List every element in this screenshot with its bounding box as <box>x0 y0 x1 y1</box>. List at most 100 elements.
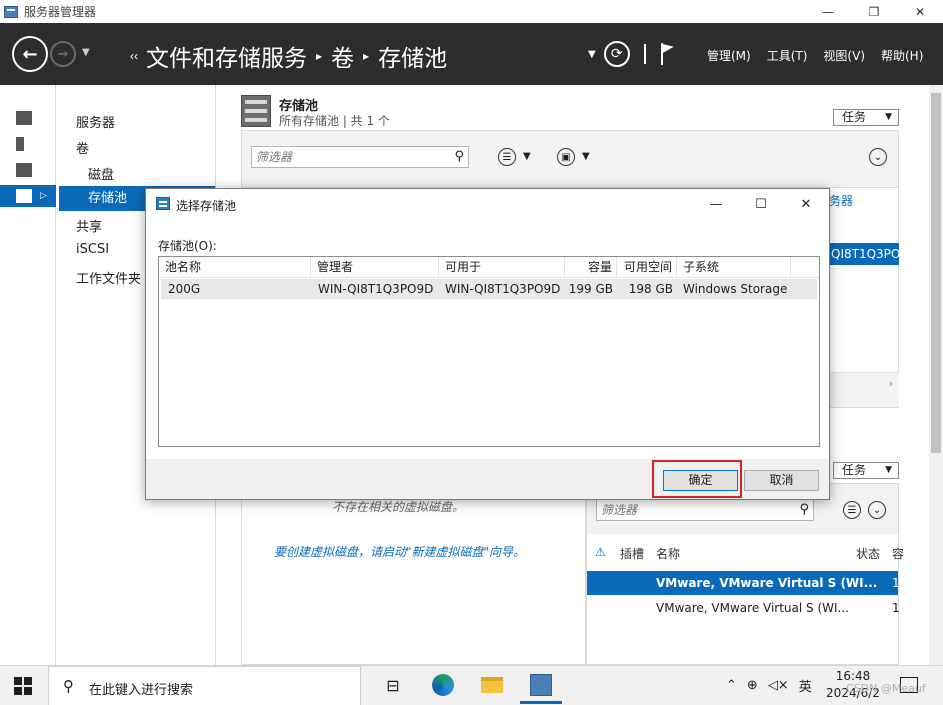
subsystem: Windows Storage <box>683 282 788 296</box>
strip-item-dashboard[interactable] <box>8 107 52 129</box>
horizontal-scrollbar[interactable]: › <box>829 372 899 407</box>
forward-button[interactable]: → <box>50 41 76 67</box>
column-header-status[interactable]: 状态 <box>856 545 880 562</box>
menu-manage[interactable]: 管理(M) <box>707 47 751 64</box>
search-icon: ⚲ <box>63 677 74 695</box>
minimize-button[interactable]: — <box>805 0 851 23</box>
breadcrumb: ‹‹ 文件和存储服务 ▸ 卷 ▸ 存储池 <box>130 39 447 73</box>
vertical-scrollbar[interactable] <box>929 85 943 665</box>
breadcrumb-lead-icon[interactable]: ‹‹ <box>130 49 138 63</box>
warning-icon: ⚠ <box>595 545 606 559</box>
column-header-name[interactable]: 名称 <box>656 545 680 562</box>
strip-item-local-server[interactable] <box>8 133 52 155</box>
list-item[interactable]: 200G WIN-QI8T1Q3PO9D WIN-QI8T1Q3PO9D 199… <box>161 279 817 299</box>
file-explorer-button[interactable] <box>479 672 505 698</box>
watermark: CSDN @Meauf <box>846 682 926 695</box>
task-view-button[interactable]: ⊟ <box>380 672 406 698</box>
chevron-down-icon: ▼ <box>885 112 892 122</box>
notifications-flag-icon[interactable] <box>660 43 676 65</box>
server-manager-taskbar-button[interactable] <box>520 672 562 704</box>
filter-input[interactable]: 筛选器 ⚲ <box>251 146 469 168</box>
storage-pool-icon <box>241 95 271 127</box>
window-titlebar: 服务器管理器 — ❐ ✕ <box>0 0 943 23</box>
scrollbar-thumb[interactable] <box>931 93 941 453</box>
table-row[interactable]: VMware, VMware Virtual S (WI... 1 <box>587 571 900 595</box>
create-virtual-disk-link[interactable]: 要创建虚拟磁盘，请启动"新建虚拟磁盘"向导。 <box>274 543 525 560</box>
back-button[interactable]: ← <box>12 36 48 72</box>
dialog-close-button[interactable]: ✕ <box>783 189 829 219</box>
breadcrumb-item-storage-pools[interactable]: 存储池 <box>378 39 447 73</box>
column-header-pool-name[interactable]: 池名称 <box>159 257 311 277</box>
taskbar-search[interactable]: ⚲ 在此键入进行搜索 <box>48 666 361 705</box>
collapse-icon[interactable]: ⌄ <box>869 148 887 166</box>
tree-item-shares[interactable]: 共享 <box>76 216 102 235</box>
list-options-icon[interactable]: ☰ <box>498 148 516 166</box>
expand-arrow-icon: ▷ <box>40 191 47 201</box>
menu-view[interactable]: 视图(V) <box>823 47 865 64</box>
physical-filter-input[interactable]: 筛选器 ⚲ <box>596 499 814 521</box>
network-icon[interactable]: ⊕ <box>747 678 758 693</box>
dialog-minimize-button[interactable]: — <box>693 189 739 219</box>
tree-item-iscsi[interactable]: iSCSI <box>76 242 109 257</box>
column-header-capacity[interactable]: 容 <box>892 545 904 562</box>
column-header-managed-by[interactable]: 管理者 <box>311 257 439 277</box>
refresh-icon[interactable]: ⟳ <box>603 41 630 67</box>
disk-name: VMware, VMware Virtual S (WI... <box>656 576 878 590</box>
selected-row-partial[interactable]: QI8T1Q3PO9 <box>829 243 899 265</box>
disk-capacity: 1 <box>892 576 900 590</box>
list-options-icon[interactable]: ☰ <box>843 501 861 519</box>
tasks-dropdown[interactable]: 任务 ▼ <box>833 109 899 126</box>
filter-placeholder: 筛选器 <box>601 503 638 517</box>
breadcrumb-item-file-storage[interactable]: 文件和存储服务 <box>146 39 307 73</box>
menu-help[interactable]: 帮助(H) <box>881 47 923 64</box>
chevron-down-icon[interactable]: ▼ <box>523 151 531 162</box>
tasks-dropdown-physical[interactable]: 任务 ▼ <box>833 462 899 479</box>
restore-button[interactable]: ❐ <box>851 0 897 23</box>
chevron-down-icon: ▼ <box>885 465 892 475</box>
column-header-available-to[interactable]: 可用于 <box>439 257 565 277</box>
divider <box>643 44 646 64</box>
history-dropdown-icon[interactable]: ▼ <box>82 47 90 58</box>
server-manager-icon <box>4 5 18 18</box>
search-icon[interactable]: ⚲ <box>454 147 464 167</box>
strip-item-file-storage[interactable]: ▷ <box>0 185 56 207</box>
chevron-right-icon[interactable]: › <box>889 377 893 390</box>
arrow-left-icon: ← <box>22 43 38 65</box>
breadcrumb-item-volumes[interactable]: 卷 <box>331 39 354 73</box>
tree-item-work-folders[interactable]: 工作文件夹 <box>76 268 141 287</box>
column-header-free-space[interactable]: 可用空间 <box>617 257 677 277</box>
chevron-down-icon[interactable]: ▼ <box>588 49 596 60</box>
chevron-down-icon[interactable]: ▼ <box>582 151 590 162</box>
column-header-capacity[interactable]: 容量 <box>565 257 617 277</box>
ime-indicator[interactable]: 英 <box>799 676 812 695</box>
tree-item-servers[interactable]: 服务器 <box>76 112 115 131</box>
table-row[interactable]: VMware, VMware Virtual S (WI... 1 <box>587 596 900 620</box>
all-servers-icon <box>16 163 32 177</box>
tree-item-volumes[interactable]: 卷 <box>76 138 89 157</box>
cancel-button[interactable]: 取消 <box>744 470 819 491</box>
save-query-icon[interactable]: ▣ <box>557 148 575 166</box>
local-server-icon <box>16 137 24 151</box>
filter-placeholder: 筛选器 <box>256 150 293 164</box>
pool-name: 200G <box>168 282 201 296</box>
column-header-slot[interactable]: 插槽 <box>620 545 644 562</box>
edge-button[interactable] <box>430 672 456 698</box>
column-header-subsystem[interactable]: 子系统 <box>677 257 791 277</box>
server-manager-icon <box>530 674 552 696</box>
menu-tools[interactable]: 工具(T) <box>767 47 808 64</box>
strip-item-all-servers[interactable] <box>8 159 52 181</box>
collapse-icon[interactable]: ⌄ <box>868 501 886 519</box>
volume-icon[interactable]: ◁× <box>768 678 789 693</box>
dashboard-icon <box>16 111 32 125</box>
dialog-maximize-button[interactable]: ☐ <box>738 189 784 219</box>
tree-item-disks[interactable]: 磁盘 <box>88 164 114 183</box>
header-bar: ← → ▼ ‹‹ 文件和存储服务 ▸ 卷 ▸ 存储池 ▼ ⟳ 管理(M) 工具(… <box>0 23 943 85</box>
disk-capacity: 1 <box>892 601 900 615</box>
arrow-right-icon: → <box>57 46 69 62</box>
chevron-up-icon[interactable]: ⌃ <box>726 678 737 693</box>
storage-pool-list[interactable]: 池名称 管理者 可用于 容量 可用空间 子系统 200G WIN-QI8T1Q3… <box>158 256 820 447</box>
windows-start-icon[interactable] <box>14 677 32 695</box>
file-storage-icon <box>16 189 32 203</box>
close-button[interactable]: ✕ <box>897 0 943 23</box>
search-icon[interactable]: ⚲ <box>799 500 809 520</box>
